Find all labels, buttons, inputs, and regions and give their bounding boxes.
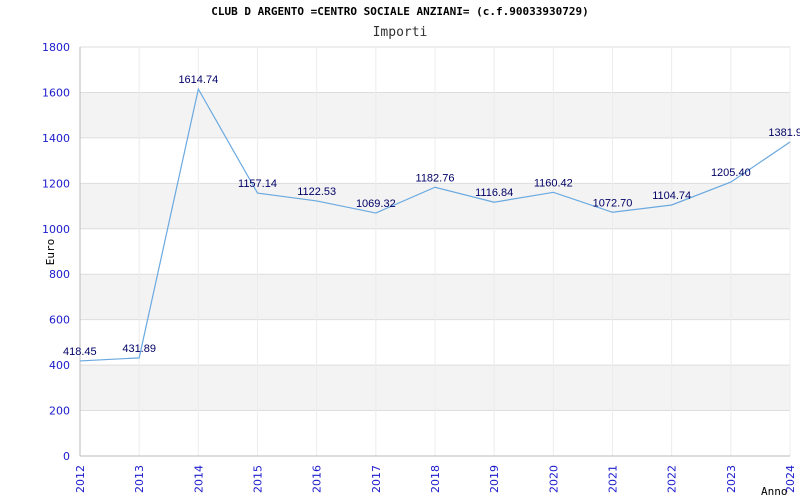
y-axis-label: Euro bbox=[44, 239, 57, 266]
data-label: 1160.42 bbox=[534, 177, 573, 189]
data-label: 431.89 bbox=[122, 343, 156, 355]
x-ticks: 2012 2013 2014 2015 2016 2017 2018 2019 2020 2021… bbox=[74, 465, 797, 493]
x-tick-label: 2020 bbox=[547, 465, 560, 493]
x-tick-label: 2014 bbox=[192, 465, 205, 493]
y-tick-label: 1600 bbox=[42, 86, 70, 99]
x-tick-label: 2018 bbox=[429, 465, 442, 493]
data-label: 1116.84 bbox=[475, 187, 513, 199]
data-label: 1205.40 bbox=[711, 167, 751, 179]
y-tick-label: 0 bbox=[63, 450, 70, 463]
x-tick-label: 2017 bbox=[370, 465, 383, 493]
y-tick-label: 800 bbox=[49, 268, 70, 281]
data-label: 1381.9 bbox=[768, 127, 800, 139]
x-tick-label: 2021 bbox=[607, 465, 620, 493]
x-tick-label: 2013 bbox=[133, 465, 146, 493]
data-label: 1069.32 bbox=[356, 198, 396, 210]
y-tick-label: 1000 bbox=[42, 223, 70, 236]
y-tick-label: 400 bbox=[49, 359, 70, 372]
x-tick-label: 2019 bbox=[488, 465, 501, 493]
line-chart: 020040060080010001200140016001800 2012 20… bbox=[42, 41, 800, 498]
y-tick-label: 200 bbox=[49, 405, 70, 418]
data-label: 1182.76 bbox=[416, 172, 455, 184]
x-tick-label: 2022 bbox=[666, 465, 679, 493]
y-tick-label: 1200 bbox=[42, 177, 70, 190]
x-axis-label: Anno bbox=[761, 485, 788, 498]
data-label: 1104.74 bbox=[652, 190, 691, 202]
y-tick-label: 1800 bbox=[42, 41, 70, 54]
y-tick-label: 1400 bbox=[42, 132, 70, 145]
data-label: 1157.14 bbox=[238, 178, 277, 190]
y-tick-label: 600 bbox=[49, 314, 70, 327]
x-tick-label: 2016 bbox=[311, 465, 324, 493]
data-label: 1614.74 bbox=[178, 74, 218, 86]
data-label: 1072.70 bbox=[593, 197, 633, 209]
data-label: 1122.53 bbox=[297, 186, 336, 198]
x-tick-label: 2023 bbox=[725, 465, 738, 493]
x-tick-label: 2012 bbox=[74, 465, 87, 493]
data-label: 418.45 bbox=[63, 346, 97, 358]
x-tick-label: 2015 bbox=[252, 465, 265, 493]
